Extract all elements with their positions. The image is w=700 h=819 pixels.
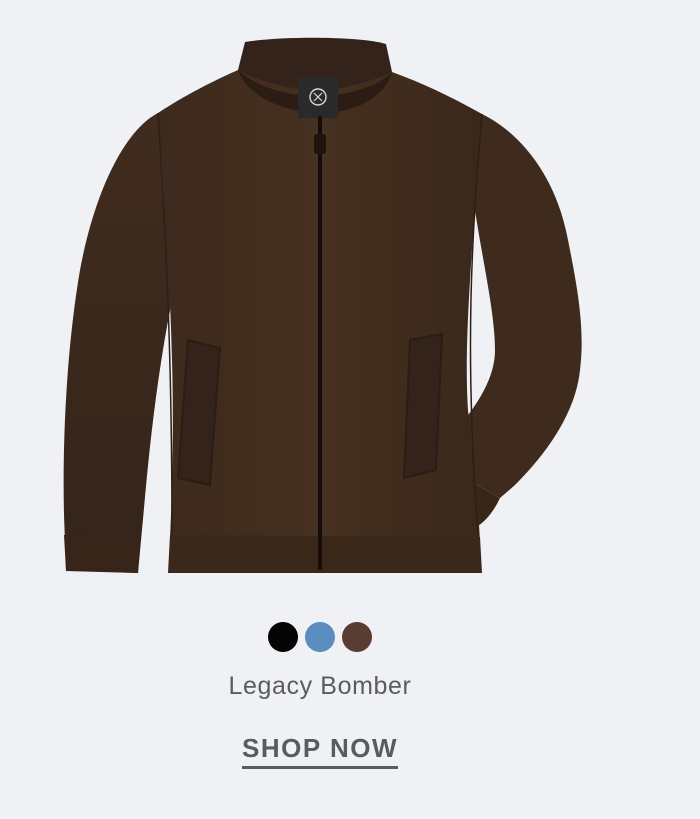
color-swatches — [0, 622, 640, 652]
swatch-blue[interactable] — [305, 622, 335, 652]
right-pocket — [402, 332, 444, 480]
zipper-pull — [314, 134, 326, 154]
shop-now-link[interactable]: SHOP NOW — [242, 733, 398, 769]
product-card: Legacy Bomber SHOP NOW — [0, 0, 700, 819]
swatch-black[interactable] — [268, 622, 298, 652]
swatch-brown[interactable] — [342, 622, 372, 652]
product-image[interactable] — [40, 30, 600, 590]
product-name[interactable]: Legacy Bomber — [0, 672, 640, 701]
shop-now-container: SHOP NOW — [0, 733, 640, 769]
jacket-hem — [168, 535, 482, 573]
left-sleeve — [63, 113, 172, 573]
brand-label — [298, 78, 338, 118]
left-cuff — [64, 535, 140, 573]
